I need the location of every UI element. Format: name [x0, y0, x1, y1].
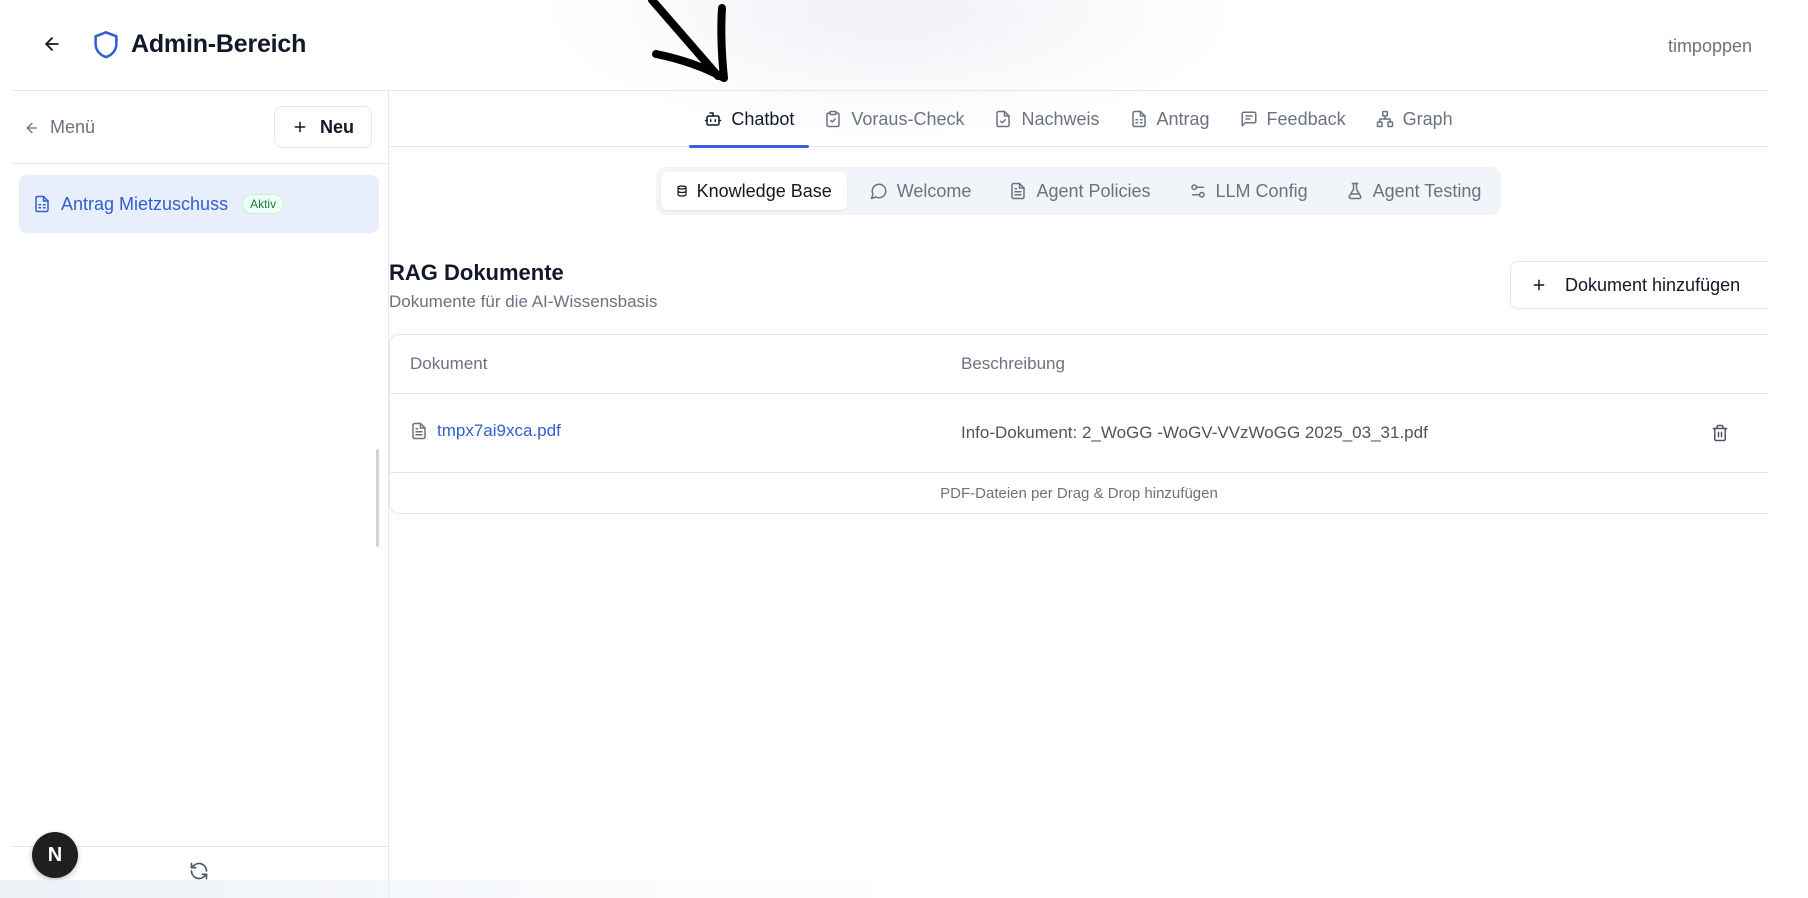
file-spreadsheet-icon	[35, 195, 49, 213]
tab-label: Antrag	[1156, 108, 1210, 129]
tab-label: Graph	[1402, 108, 1453, 129]
avatar[interactable]: N	[32, 832, 78, 878]
sub-tab-label: Knowledge Base	[696, 180, 832, 201]
sub-tab-label: Agent Testing	[1372, 180, 1482, 201]
document-description: Info-Dokument: 2_WoGG -WoGV-VVzWoGG 2025…	[961, 423, 1428, 442]
file-text-icon	[1131, 110, 1146, 128]
bot-icon	[705, 112, 722, 126]
tab-llm-config[interactable]: LLM Config	[1174, 172, 1323, 210]
new-button-label: Neu	[319, 116, 354, 137]
tab-label: Chatbot	[731, 108, 795, 129]
sub-tab-label: LLM Config	[1215, 180, 1308, 201]
message-circle-icon	[870, 183, 887, 200]
document-name: tmpx7ai9xca.pdf	[437, 421, 561, 440]
menu-back-link[interactable]: Menü	[24, 117, 95, 138]
add-document-button[interactable]: Dokument hinzufügen	[1510, 261, 1768, 309]
tab-agent-policies[interactable]: Agent Policies	[994, 172, 1165, 210]
table-header: Dokument Beschreibung	[390, 335, 1768, 394]
drop-zone-hint[interactable]: PDF-Dateien per Drag & Drop hinzufügen	[390, 473, 1768, 513]
documents-table: Dokument Beschreibung tmpx7ai9xca.pdf In…	[389, 334, 1768, 514]
page-title: Admin-Bereich	[131, 30, 307, 58]
username[interactable]: timpoppen	[1668, 36, 1752, 57]
document-link[interactable]: tmpx7ai9xca.pdf	[410, 421, 561, 441]
annotation-arrow-icon	[640, 0, 740, 90]
clipboard-check-icon	[826, 110, 841, 128]
new-button[interactable]: Neu	[274, 106, 372, 148]
sidebar-resize-handle[interactable]	[376, 449, 379, 547]
section-subtitle: Dokumente für die AI-Wissensbasis	[389, 292, 658, 311]
database-icon	[677, 185, 687, 197]
arrow-left-icon	[26, 122, 38, 133]
sub-tab-label: Agent Policies	[1036, 180, 1151, 201]
tab-label: Feedback	[1266, 108, 1346, 129]
trash-icon[interactable]	[1708, 421, 1732, 445]
tab-label: Nachweis	[1021, 108, 1100, 129]
network-icon	[1376, 110, 1393, 128]
file-text-icon	[412, 422, 426, 440]
table-row: tmpx7ai9xca.pdf Info-Dokument: 2_WoGG -W…	[390, 394, 1768, 473]
plus-icon	[1533, 279, 1545, 291]
file-text-icon	[1011, 182, 1026, 200]
menu-label: Menü	[50, 117, 96, 137]
app-header: Admin-Bereich timpoppen	[0, 0, 1768, 90]
sub-tab-bar: Knowledge Base Welcome Agent Policies LL…	[655, 167, 1502, 215]
plus-icon	[294, 121, 306, 133]
tab-knowledge-base[interactable]: Knowledge Base	[660, 172, 847, 210]
column-header-document: Dokument	[410, 354, 488, 373]
column-header-description: Beschreibung	[961, 354, 1065, 373]
tab-nachweis[interactable]: Nachweis	[979, 91, 1114, 147]
tab-chatbot[interactable]: Chatbot	[689, 91, 810, 148]
file-check-icon	[996, 110, 1011, 128]
add-document-label: Dokument hinzufügen	[1565, 274, 1741, 295]
tab-welcome[interactable]: Welcome	[855, 172, 987, 210]
sidebar-item-antrag-mietzuschuss[interactable]: Antrag Mietzuschuss Aktiv	[19, 175, 379, 233]
tab-antrag[interactable]: Antrag	[1115, 91, 1225, 147]
top-tab-bar: Chatbot Voraus-Check Nachweis Antrag Fee…	[389, 91, 1768, 148]
sub-tab-bar-wrap: Knowledge Base Welcome Agent Policies LL…	[389, 167, 1768, 215]
tab-graph[interactable]: Graph	[1361, 91, 1468, 147]
shield-icon	[92, 30, 120, 60]
main-content: Chatbot Voraus-Check Nachweis Antrag Fee…	[389, 91, 1768, 898]
tab-agent-testing[interactable]: Agent Testing	[1331, 172, 1497, 210]
sub-tab-label: Welcome	[896, 180, 972, 201]
flask-icon	[1348, 182, 1362, 200]
tab-feedback[interactable]: Feedback	[1225, 91, 1361, 147]
tab-label: Voraus-Check	[851, 108, 965, 129]
sidebar-item-label: Antrag Mietzuschuss	[61, 193, 229, 214]
sidebar-divider	[12, 163, 388, 164]
back-arrow-icon[interactable]	[38, 30, 66, 58]
tab-voraus-check[interactable]: Voraus-Check	[809, 91, 979, 147]
status-badge: Aktiv	[242, 194, 285, 214]
bottom-fade	[0, 880, 900, 898]
section-title: RAG Dokumente	[389, 260, 564, 285]
sidebar: Menü Neu Antrag Mietzuschuss Aktiv N	[12, 91, 389, 898]
sliders-icon	[1190, 184, 1205, 198]
message-square-icon	[1241, 111, 1257, 127]
